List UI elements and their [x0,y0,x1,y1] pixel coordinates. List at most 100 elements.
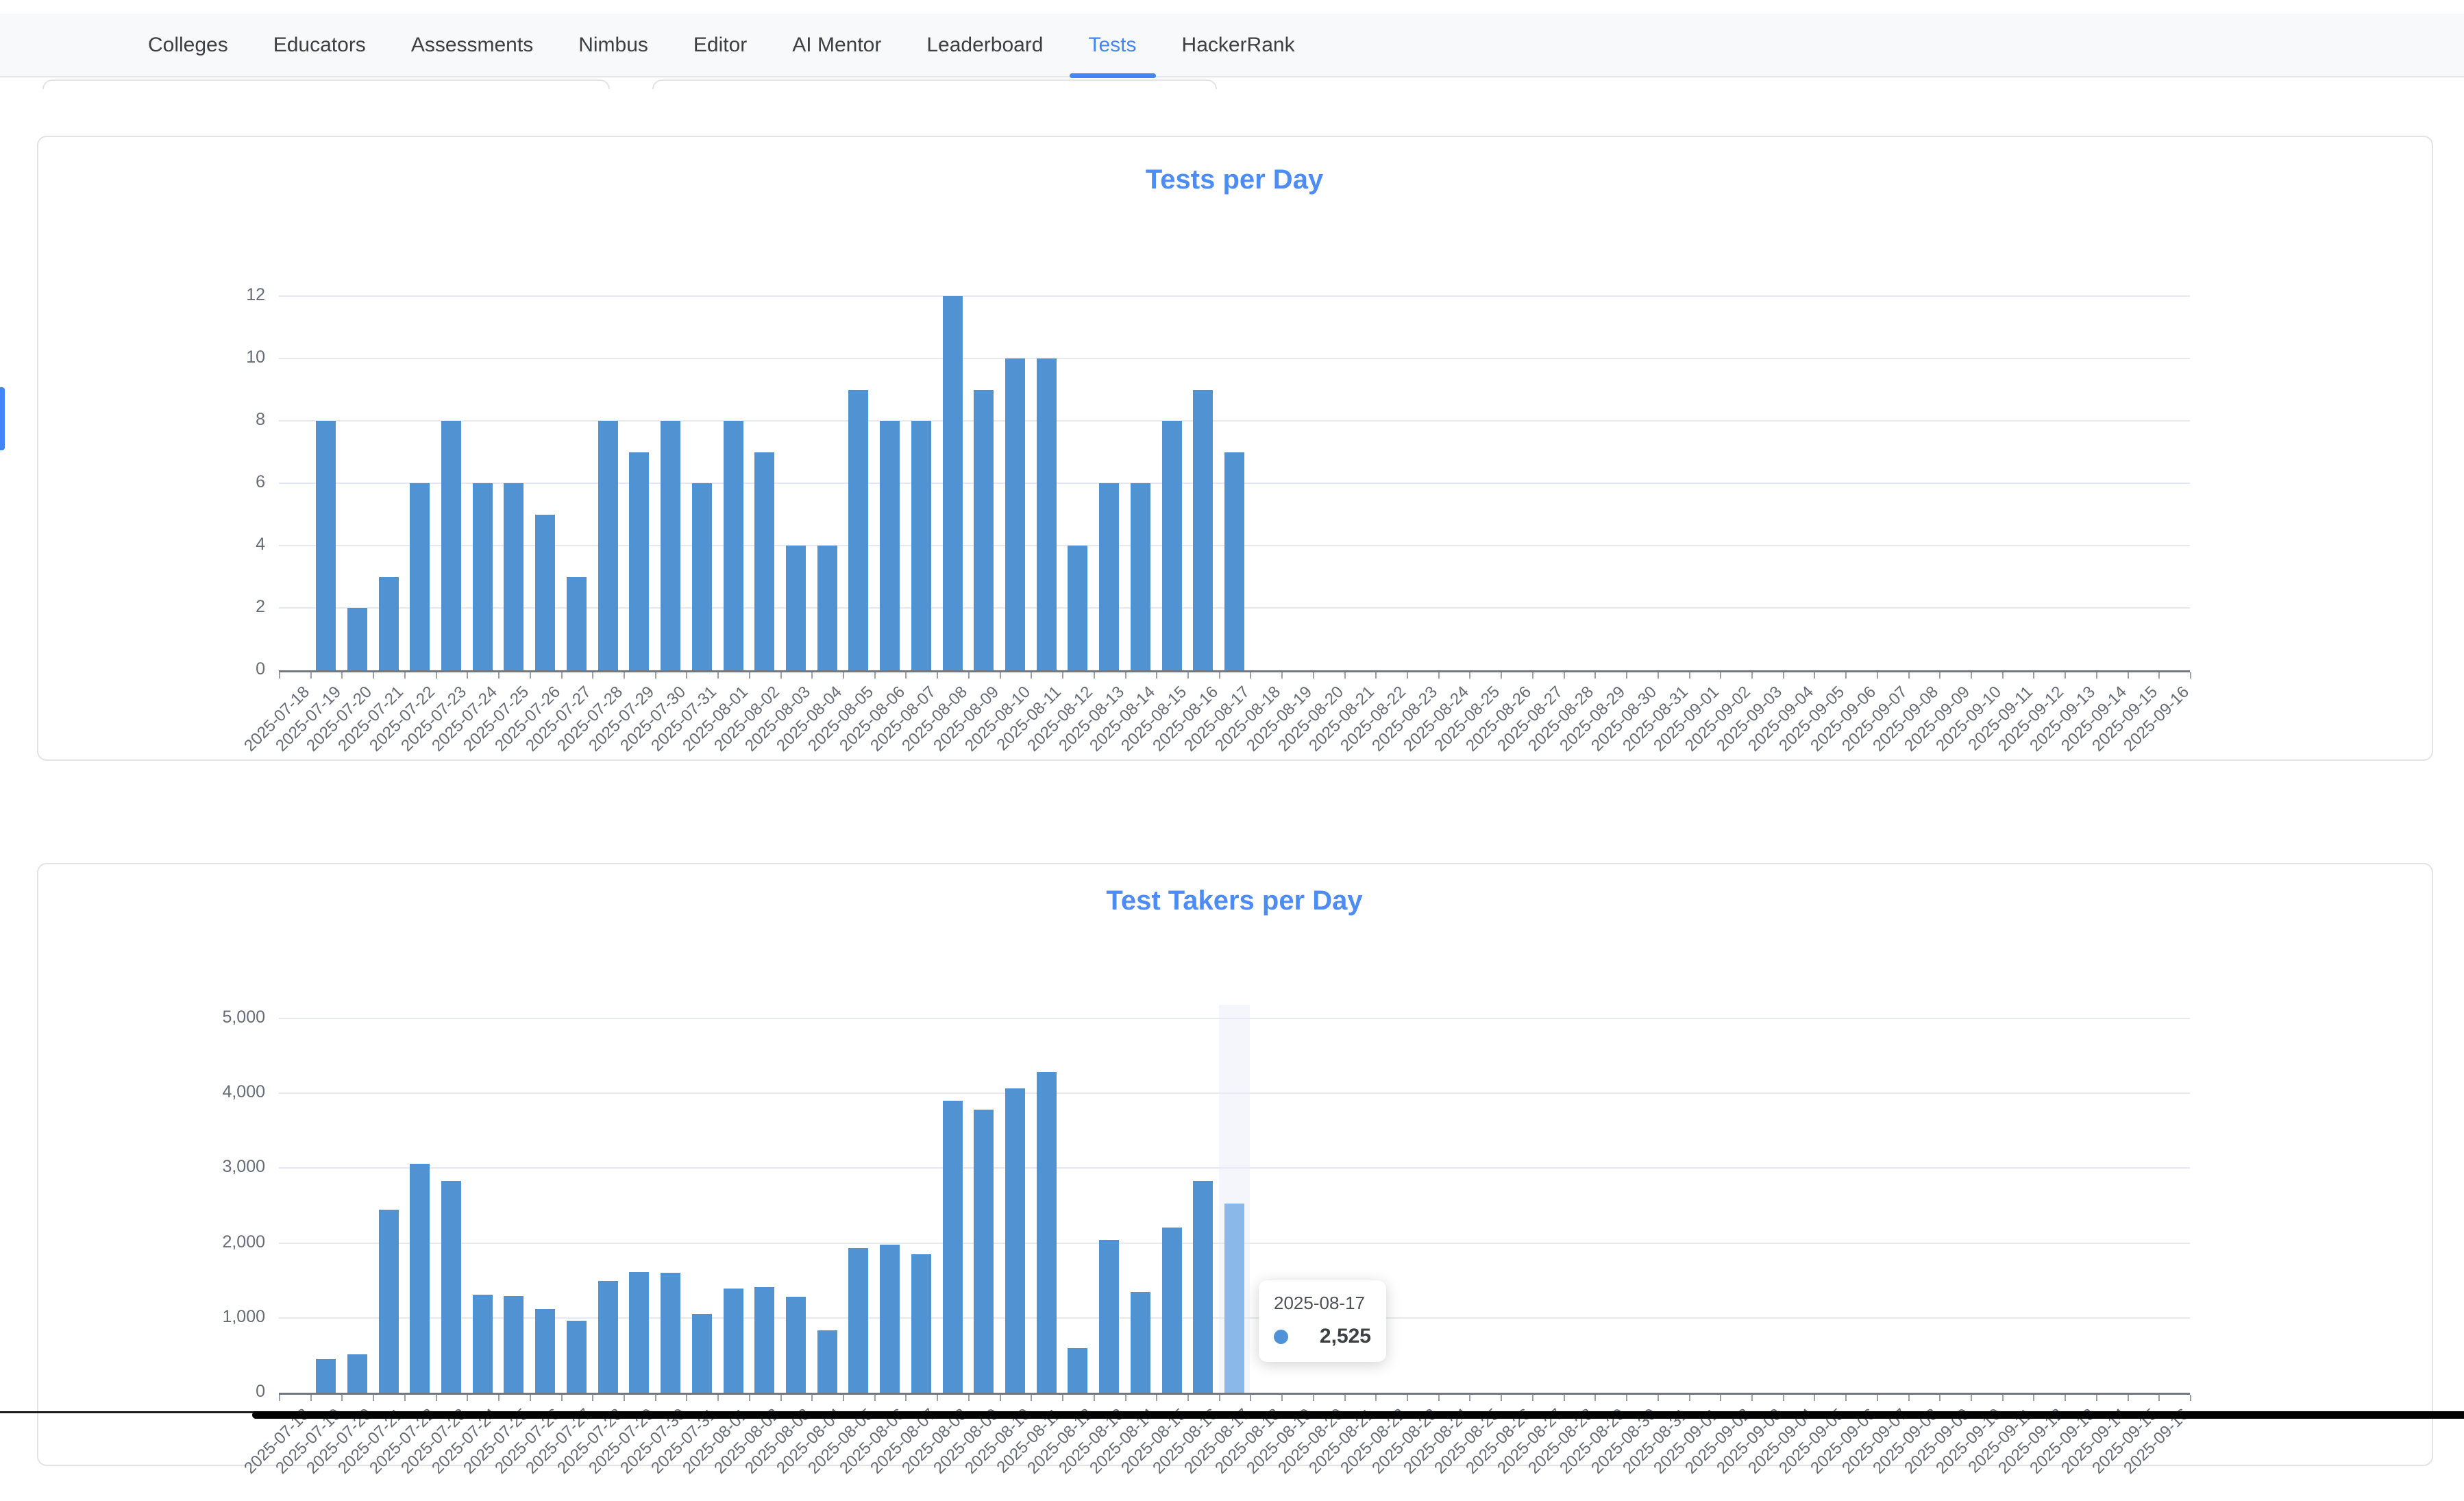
bar-2025-07-25[interactable] [504,1296,523,1393]
bar-2025-07-31[interactable] [692,483,712,670]
bar-2025-08-12[interactable] [1068,546,1087,670]
x-axis-tick [341,1395,343,1401]
bar-2025-07-19[interactable] [316,421,336,670]
bar-2025-08-05[interactable] [848,1248,868,1393]
bar-2025-08-13[interactable] [1099,1240,1119,1393]
x-axis-tick [2190,672,2191,679]
x-axis-tick [749,672,750,679]
bar-2025-08-16[interactable] [1193,390,1213,671]
bar-2025-07-26[interactable] [535,515,555,671]
bar-2025-08-01[interactable] [724,1289,743,1393]
x-axis-tick [2002,1395,2004,1401]
bar-2025-08-17[interactable] [1224,452,1244,671]
x-axis-tick [874,672,876,679]
bar-2025-07-27[interactable] [567,577,587,671]
bar-2025-08-15[interactable] [1162,421,1182,670]
bar-2025-08-08[interactable] [943,1101,963,1393]
bar-2025-07-29[interactable] [629,1272,649,1393]
bar-2025-08-14[interactable] [1131,1292,1150,1393]
bar-2025-07-20[interactable] [347,608,367,670]
tab-nimbus[interactable]: Nimbus [559,13,667,77]
bar-2025-08-06[interactable] [880,421,900,670]
x-axis-tick [373,1395,374,1401]
bar-2025-07-28[interactable] [598,421,618,670]
tab-hackerrank[interactable]: HackerRank [1163,13,1314,77]
bar-2025-07-22[interactable] [410,1164,430,1393]
x-axis-tick [1501,1395,1502,1401]
bar-2025-07-20[interactable] [347,1354,367,1393]
x-axis-tick [1219,672,1220,679]
bar-2025-07-21[interactable] [379,1210,399,1393]
bar-2025-08-02[interactable] [754,1287,774,1393]
bar-2025-07-23[interactable] [441,421,461,670]
tab-educators[interactable]: Educators [254,13,385,77]
x-axis-tick [1720,1395,1721,1401]
bar-2025-08-02[interactable] [754,452,774,671]
bar-2025-08-10[interactable] [1005,1088,1025,1393]
bar-2025-08-13[interactable] [1099,483,1119,670]
bar-2025-07-22[interactable] [410,483,430,670]
bar-2025-08-10[interactable] [1005,358,1025,670]
horizontal-scrollbar-thumb[interactable] [252,1411,2464,1419]
gridline [279,1093,2190,1094]
tooltip-value: 2,525 [1320,1325,1371,1348]
bar-2025-08-11[interactable] [1037,358,1057,670]
bar-2025-08-07[interactable] [911,421,931,670]
bar-2025-08-03[interactable] [786,546,806,670]
bar-2025-07-24[interactable] [473,1295,493,1393]
x-axis-tick [1658,672,1659,679]
tab-ai-mentor[interactable]: AI Mentor [773,13,900,77]
bar-2025-07-25[interactable] [504,483,523,670]
x-axis-tick [717,1395,719,1401]
gridline [279,1018,2190,1019]
x-axis-tick [592,1395,593,1401]
bar-2025-08-01[interactable] [724,421,743,670]
x-axis-tick [373,672,374,679]
tab-editor[interactable]: Editor [674,13,766,77]
bar-2025-08-14[interactable] [1131,483,1150,670]
bar-2025-08-06[interactable] [880,1245,900,1393]
bar-2025-08-08[interactable] [943,296,963,670]
x-axis-tick [1407,1395,1408,1401]
tab-assessments[interactable]: Assessments [392,13,552,77]
x-axis-tick [1031,1395,1032,1401]
bar-2025-08-16[interactable] [1193,1181,1213,1393]
x-axis-tick [1344,672,1346,679]
bar-2025-08-11[interactable] [1037,1072,1057,1393]
vertical-scrollbar-thumb[interactable] [0,387,5,450]
bar-2025-08-05[interactable] [848,390,868,671]
bar-2025-07-27[interactable] [567,1321,587,1393]
bar-2025-08-04[interactable] [817,546,837,670]
x-axis-tick [1532,672,1533,679]
bar-2025-07-19[interactable] [316,1359,336,1393]
bar-2025-07-30[interactable] [661,1273,680,1393]
tab-leaderboard[interactable]: Leaderboard [907,13,1062,77]
x-axis-tick [404,672,406,679]
x-axis-tick [530,1395,531,1401]
bar-2025-07-23[interactable] [441,1181,461,1393]
bar-2025-07-31[interactable] [692,1314,712,1393]
tab-tests[interactable]: Tests [1070,13,1156,77]
x-axis-tick [2033,672,2034,679]
x-axis-tick [1344,1395,1346,1401]
bar-2025-07-29[interactable] [629,452,649,671]
x-axis-tick [1877,672,1878,679]
bar-2025-07-24[interactable] [473,483,493,670]
bar-2025-07-28[interactable] [598,1281,618,1393]
bar-2025-08-09[interactable] [974,1110,994,1393]
x-axis-tick [1971,1395,1972,1401]
bar-2025-07-30[interactable] [661,421,680,670]
bar-2025-08-15[interactable] [1162,1228,1182,1393]
x-axis-tick [1469,672,1470,679]
x-axis-tick [1658,1395,1659,1401]
bar-2025-08-03[interactable] [786,1297,806,1393]
bar-2025-08-09[interactable] [974,390,994,671]
bar-2025-08-17[interactable] [1224,1204,1244,1393]
bar-2025-07-21[interactable] [379,577,399,671]
tab-colleges[interactable]: Colleges [129,13,247,77]
bar-2025-08-07[interactable] [911,1254,931,1393]
bar-2025-07-26[interactable] [535,1309,555,1393]
x-axis-tick [467,1395,468,1401]
bar-2025-08-12[interactable] [1068,1348,1087,1393]
bar-2025-08-04[interactable] [817,1330,837,1393]
